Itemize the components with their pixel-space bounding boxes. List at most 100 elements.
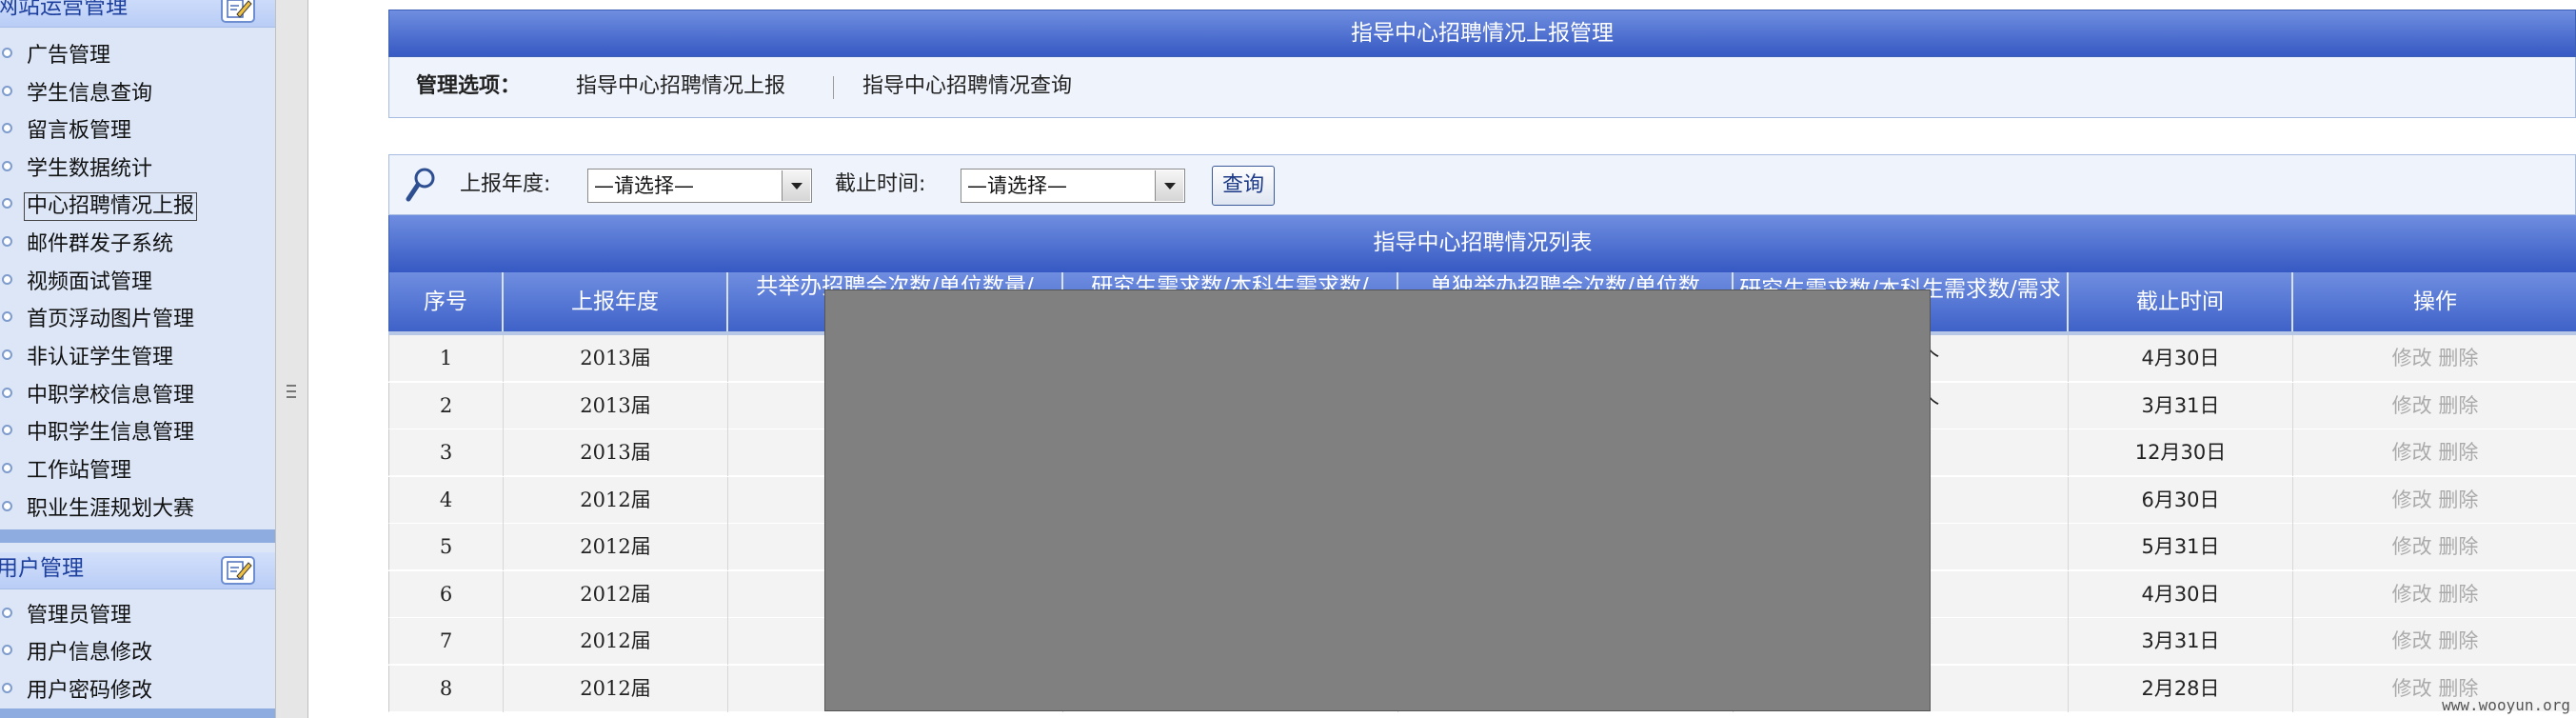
delete-link[interactable]: 删除 xyxy=(2438,441,2478,464)
sidebar-item-label: 留言板管理 xyxy=(27,119,132,143)
bullet-icon xyxy=(2,161,12,171)
bullet-icon xyxy=(2,311,12,322)
header-actions: 操作 xyxy=(2413,289,2457,314)
edit-link[interactable]: 修改 xyxy=(2392,441,2432,464)
bullet-icon xyxy=(2,123,12,133)
bullet-icon xyxy=(2,349,12,360)
sidebar-item-vocational-schools[interactable]: 中职学校信息管理 xyxy=(0,378,275,414)
edit-note-icon xyxy=(221,0,255,23)
edit-link[interactable]: 修改 xyxy=(2392,583,2432,606)
table-cell: 2012届 xyxy=(504,524,728,570)
sidebar-item-vocational-students[interactable]: 中职学生信息管理 xyxy=(0,415,275,451)
actions-cell: 修改 删除 xyxy=(2293,571,2576,618)
sidebar-item-label: 职业生涯规划大赛 xyxy=(27,497,195,521)
frame-splitter[interactable] xyxy=(275,0,308,718)
table-cell: 4 xyxy=(389,476,504,524)
splitter-grip-icon[interactable] xyxy=(287,385,296,398)
bullet-icon xyxy=(2,683,12,693)
sidebar-item-video-interview[interactable]: 视频面试管理 xyxy=(0,265,275,301)
edit-link[interactable]: 修改 xyxy=(2392,347,2432,369)
table-cell: 2013届 xyxy=(504,335,728,382)
table-title: 指导中心招聘情况列表 xyxy=(388,215,2576,272)
sidebar-item-student-query[interactable]: 学生信息查询 xyxy=(0,76,275,112)
section-title: 用户管理 xyxy=(0,556,84,581)
chevron-down-icon[interactable] xyxy=(782,170,810,201)
actions-cell: 修改 删除 xyxy=(2293,477,2576,524)
table-cell: 4月30日 xyxy=(2069,570,2293,618)
actions-cell: 修改 删除 xyxy=(2293,335,2576,382)
section-header-site-operations[interactable]: 网站运营管理 xyxy=(0,0,275,28)
deadline-select[interactable]: —请选择— xyxy=(961,169,1185,203)
option-separator xyxy=(833,76,834,99)
edit-link[interactable]: 修改 xyxy=(2392,677,2432,700)
bullet-icon xyxy=(2,501,12,511)
bullet-icon xyxy=(2,236,12,247)
sidebar-item-label: 非认证学生管理 xyxy=(27,346,174,369)
actions-cell: 修改 删除 xyxy=(2293,429,2576,476)
table-cell: 1 xyxy=(389,335,504,382)
sidebar-item-career-contest[interactable]: 职业生涯规划大赛 xyxy=(0,491,275,528)
bullet-icon xyxy=(2,463,12,473)
sidebar-item-label: 学生信息查询 xyxy=(27,82,153,106)
option-link-query[interactable]: 指导中心招聘情况查询 xyxy=(862,57,1072,116)
deadline-select-value: —请选择— xyxy=(967,174,1067,197)
table-cell: 2月28日 xyxy=(2069,665,2293,712)
year-select[interactable]: —请选择— xyxy=(587,169,812,203)
edit-link[interactable]: 修改 xyxy=(2392,394,2432,417)
bullet-icon xyxy=(2,48,12,58)
option-link-report[interactable]: 指导中心招聘情况上报 xyxy=(576,57,785,116)
bullet-icon xyxy=(2,274,12,285)
delete-link[interactable]: 删除 xyxy=(2438,394,2478,417)
header-no: 序号 xyxy=(389,272,504,331)
redaction-block xyxy=(824,289,1931,711)
bullet-icon xyxy=(2,388,12,398)
watermark: www.wooyun.org xyxy=(2442,696,2570,714)
sidebar-item-user-password[interactable]: 用户密码修改 xyxy=(0,673,275,709)
section-title: 网站运营管理 xyxy=(0,0,128,19)
sidebar-item-label: 中职学生信息管理 xyxy=(27,421,195,445)
edit-link[interactable]: 修改 xyxy=(2392,535,2432,558)
chevron-down-icon[interactable] xyxy=(1155,170,1183,201)
edit-link[interactable]: 修改 xyxy=(2392,489,2432,511)
table-cell: 5月31日 xyxy=(2069,524,2293,570)
edit-note-icon xyxy=(221,556,255,585)
search-bar: 上报年度: —请选择— 截止时间: —请选择— 查询 xyxy=(388,154,2576,215)
sidebar-item-message-board[interactable]: 留言板管理 xyxy=(0,113,275,150)
table-cell: 2012届 xyxy=(504,618,728,665)
search-icon xyxy=(406,168,435,202)
sidebar-item-admin-management[interactable]: 管理员管理 xyxy=(0,598,275,634)
bullet-icon xyxy=(2,198,12,209)
table-cell: 6月30日 xyxy=(2069,476,2293,524)
sidebar-item-workstations[interactable]: 工作站管理 xyxy=(0,453,275,489)
sidebar-item-label: 学生数据统计 xyxy=(27,157,153,181)
sidebar-item-user-info[interactable]: 用户信息修改 xyxy=(0,635,275,671)
management-options-bar: 管理选项： 指导中心招聘情况上报 指导中心招聘情况查询 xyxy=(388,57,2576,118)
sidebar-item-label: 首页浮动图片管理 xyxy=(27,308,195,331)
sidebar-item-mass-mail[interactable]: 邮件群发子系统 xyxy=(0,227,275,263)
sidebar-item-label: 用户密码修改 xyxy=(27,679,153,703)
table-cell: 2013届 xyxy=(504,429,728,476)
sidebar-item-student-stats[interactable]: 学生数据统计 xyxy=(0,151,275,188)
sidebar-item-ads[interactable]: 广告管理 xyxy=(0,38,275,74)
delete-link[interactable]: 删除 xyxy=(2438,535,2478,558)
section-header-user-management[interactable]: 用户管理 xyxy=(0,552,275,589)
sidebar-item-floating-images[interactable]: 首页浮动图片管理 xyxy=(0,302,275,338)
sidebar-item-label: 中职学校信息管理 xyxy=(27,384,195,408)
query-button[interactable]: 查询 xyxy=(1212,166,1275,206)
delete-link[interactable]: 删除 xyxy=(2438,629,2478,652)
section-divider xyxy=(0,708,275,718)
sidebar-item-label: 广告管理 xyxy=(27,44,111,68)
sidebar-item-uncertified-students[interactable]: 非认证学生管理 xyxy=(0,340,275,376)
table-cell: 7 xyxy=(389,618,504,665)
delete-link[interactable]: 删除 xyxy=(2438,347,2478,369)
delete-link[interactable]: 删除 xyxy=(2438,583,2478,606)
sidebar-item-recruitment-report[interactable]: 中心招聘情况上报 xyxy=(0,189,275,225)
edit-link[interactable]: 修改 xyxy=(2392,629,2432,652)
section-divider xyxy=(0,529,275,543)
bullet-icon xyxy=(2,608,12,618)
delete-link[interactable]: 删除 xyxy=(2438,489,2478,511)
bullet-icon xyxy=(2,86,12,96)
header-year: 上报年度 xyxy=(504,272,728,331)
sidebar: 网站运营管理 广告管理 学生信息查询 留言板管理 学生数据统计 中心招聘情况上报… xyxy=(0,0,275,718)
table-cell: 2 xyxy=(389,382,504,429)
